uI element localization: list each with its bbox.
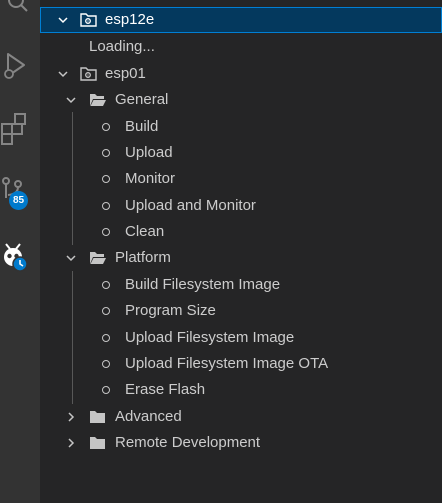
chevron-down-icon (58, 71, 68, 78)
activity-bar: 85 (0, 0, 40, 503)
tree-item-label: Upload Filesystem Image OTA (125, 355, 329, 372)
source-control-badge: 85 (9, 191, 28, 210)
loading-text: Loading... (89, 38, 155, 55)
extensions-icon[interactable] (0, 110, 40, 150)
tree-item-label: General (115, 91, 169, 108)
run-debug-icon[interactable] (0, 48, 40, 88)
platformio-project-tasks-tree: esp12e Loading... esp01 General Build Up… (40, 0, 442, 503)
task-item-program-size[interactable]: Program Size (40, 298, 442, 324)
tree-item-label: Build (125, 118, 159, 135)
tree-item-label: esp12e (105, 11, 155, 28)
tree-folder-remote-development[interactable]: Remote Development (40, 430, 442, 456)
tree-folder-general[interactable]: General (40, 87, 442, 113)
chevron-right-icon (68, 438, 75, 448)
tree-folder-platform[interactable]: Platform (40, 245, 442, 271)
task-circle-icon (102, 281, 110, 289)
tree-item-esp01[interactable]: esp01 (40, 61, 442, 87)
tree-item-label: Remote Development (115, 434, 261, 451)
platformio-icon[interactable] (0, 236, 40, 276)
tree-item-label: esp01 (105, 65, 146, 82)
task-item-upload[interactable]: Upload (40, 140, 442, 166)
task-circle-icon (102, 228, 110, 236)
task-circle-icon (102, 202, 110, 210)
tree-item-label: Advanced (115, 408, 182, 425)
task-item-upload-and-monitor[interactable]: Upload and Monitor (40, 193, 442, 219)
task-circle-icon (102, 123, 110, 131)
tree-item-label: Upload Filesystem Image (125, 329, 295, 346)
folder-open-icon (90, 94, 106, 106)
folder-icon (90, 437, 105, 449)
chevron-down-icon (58, 17, 68, 24)
tree-item-label: Build Filesystem Image (125, 276, 281, 293)
task-item-build-filesystem-image[interactable]: Build Filesystem Image (40, 272, 442, 298)
task-item-clean[interactable]: Clean (40, 219, 442, 245)
tree-item-label: Upload (125, 144, 173, 161)
explorer-icon[interactable] (0, 0, 40, 20)
task-item-build[interactable]: Build (40, 114, 442, 140)
task-circle-icon (102, 334, 110, 342)
chevron-right-icon (68, 412, 75, 422)
tree-folder-advanced[interactable]: Advanced (40, 404, 442, 430)
task-item-monitor[interactable]: Monitor (40, 166, 442, 192)
tree-item-label: Erase Flash (125, 381, 206, 398)
task-item-erase-flash[interactable]: Erase Flash (40, 377, 442, 403)
folder-open-icon (90, 252, 106, 264)
task-circle-icon (102, 175, 110, 183)
tree-item-esp12e[interactable]: esp12e (40, 7, 442, 33)
tree-item-label: Upload and Monitor (125, 197, 256, 214)
task-circle-icon (102, 360, 110, 368)
task-circle-icon (102, 149, 110, 157)
tree-item-label: Monitor (125, 170, 176, 187)
folder-icon (90, 411, 105, 423)
tree-item-label: Program Size (125, 302, 216, 319)
task-item-upload-filesystem-image[interactable]: Upload Filesystem Image (40, 325, 442, 351)
project-icon (80, 67, 97, 81)
tree-item-label: Platform (115, 249, 171, 266)
task-circle-icon (102, 386, 110, 394)
task-circle-icon (102, 307, 110, 315)
tree-item-loading: Loading... (40, 34, 442, 60)
project-icon (80, 13, 97, 27)
chevron-down-icon (66, 255, 76, 262)
task-item-upload-filesystem-image-ota[interactable]: Upload Filesystem Image OTA (40, 351, 442, 377)
tree-item-label: Clean (125, 223, 165, 240)
chevron-down-icon (66, 97, 76, 104)
